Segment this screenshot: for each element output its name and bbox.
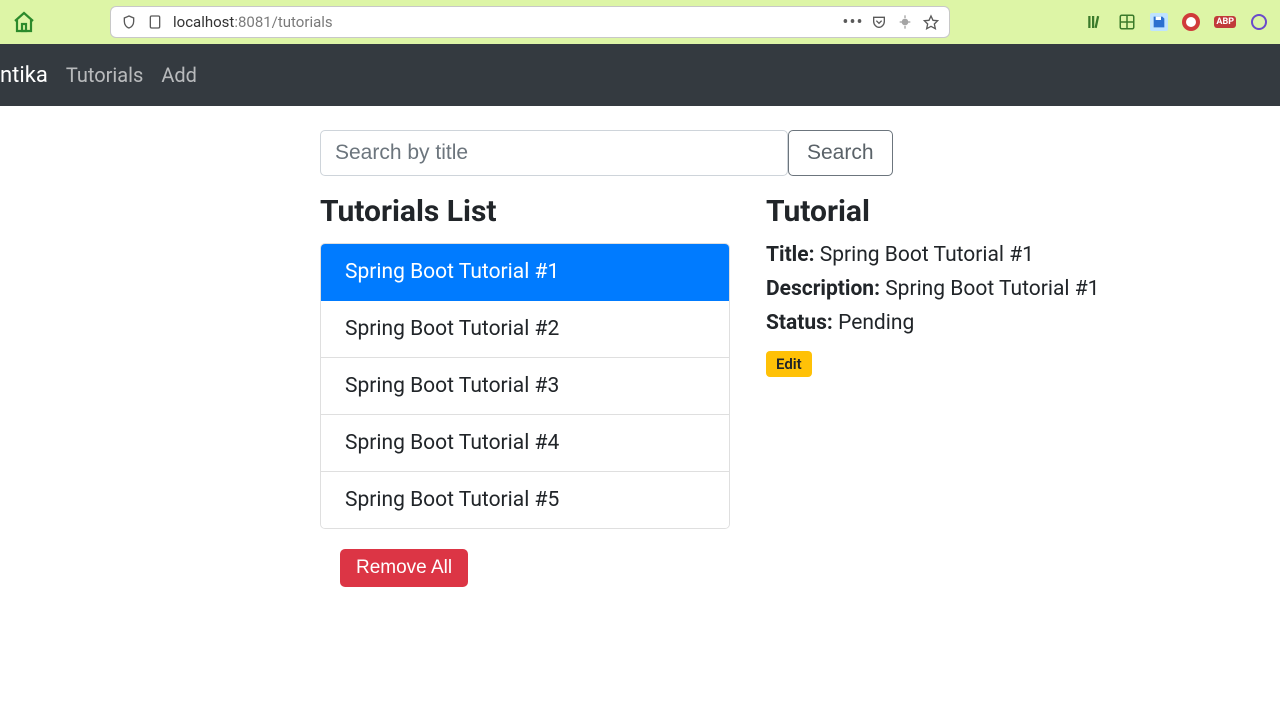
status-label: Status: bbox=[766, 311, 833, 335]
description-value: Spring Boot Tutorial #1 bbox=[885, 277, 1099, 301]
list-heading: Tutorials List bbox=[320, 194, 730, 229]
nav-link-add[interactable]: Add bbox=[161, 63, 197, 87]
app-navbar: ntika Tutorials Add bbox=[0, 44, 1280, 106]
detail-title-row: Title: Spring Boot Tutorial #1 bbox=[766, 243, 1160, 267]
url-host: localhost bbox=[173, 13, 234, 31]
search-button[interactable]: Search bbox=[788, 130, 893, 176]
bug-icon[interactable] bbox=[897, 14, 913, 30]
list-item[interactable]: Spring Boot Tutorial #5 bbox=[321, 472, 729, 528]
url-path: :8081/tutorials bbox=[234, 13, 332, 31]
url-bar[interactable]: localhost:8081/tutorials ••• bbox=[110, 6, 950, 38]
tutorials-list-column: Tutorials List Spring Boot Tutorial #1 S… bbox=[320, 194, 730, 587]
browser-chrome: localhost:8081/tutorials ••• bbox=[0, 0, 1280, 44]
page-icon bbox=[147, 14, 163, 30]
tutorials-list: Spring Boot Tutorial #1 Spring Boot Tuto… bbox=[320, 243, 730, 529]
extension-toolbar: ABP bbox=[1086, 13, 1272, 31]
url-text: localhost:8081/tutorials bbox=[173, 13, 333, 31]
list-item[interactable]: Spring Boot Tutorial #2 bbox=[321, 301, 729, 358]
grid-icon[interactable] bbox=[1118, 13, 1136, 31]
list-item[interactable]: Spring Boot Tutorial #1 bbox=[321, 244, 729, 301]
status-value: Pending bbox=[838, 311, 914, 335]
list-item[interactable]: Spring Boot Tutorial #4 bbox=[321, 415, 729, 472]
profile-icon[interactable] bbox=[1250, 13, 1268, 31]
search-input[interactable] bbox=[320, 130, 788, 176]
home-icon[interactable] bbox=[12, 10, 36, 34]
edit-button[interactable]: Edit bbox=[766, 351, 812, 377]
title-label: Title: bbox=[766, 243, 815, 267]
detail-status-row: Status: Pending bbox=[766, 311, 1160, 335]
main-container: Search Tutorials List Spring Boot Tutori… bbox=[300, 130, 1180, 587]
nav-link-tutorials[interactable]: Tutorials bbox=[66, 63, 144, 87]
save-icon[interactable] bbox=[1150, 13, 1168, 31]
detail-heading: Tutorial bbox=[766, 194, 1160, 229]
more-icon[interactable]: ••• bbox=[845, 14, 861, 30]
remove-all-button[interactable]: Remove All bbox=[340, 549, 468, 587]
library-icon[interactable] bbox=[1086, 13, 1104, 31]
list-item[interactable]: Spring Boot Tutorial #3 bbox=[321, 358, 729, 415]
tutorial-detail-column: Tutorial Title: Spring Boot Tutorial #1 … bbox=[766, 194, 1160, 587]
duckduckgo-icon[interactable] bbox=[1182, 13, 1200, 31]
detail-description-row: Description: Spring Boot Tutorial #1 bbox=[766, 277, 1160, 301]
description-label: Description: bbox=[766, 277, 880, 301]
pocket-icon[interactable] bbox=[871, 14, 887, 30]
abp-icon[interactable]: ABP bbox=[1214, 16, 1236, 28]
shield-icon bbox=[121, 14, 137, 30]
star-icon[interactable] bbox=[923, 14, 939, 30]
navbar-brand[interactable]: ntika bbox=[0, 63, 48, 88]
content-columns: Tutorials List Spring Boot Tutorial #1 S… bbox=[320, 194, 1160, 587]
title-value: Spring Boot Tutorial #1 bbox=[820, 243, 1034, 267]
search-row: Search bbox=[320, 130, 1160, 176]
